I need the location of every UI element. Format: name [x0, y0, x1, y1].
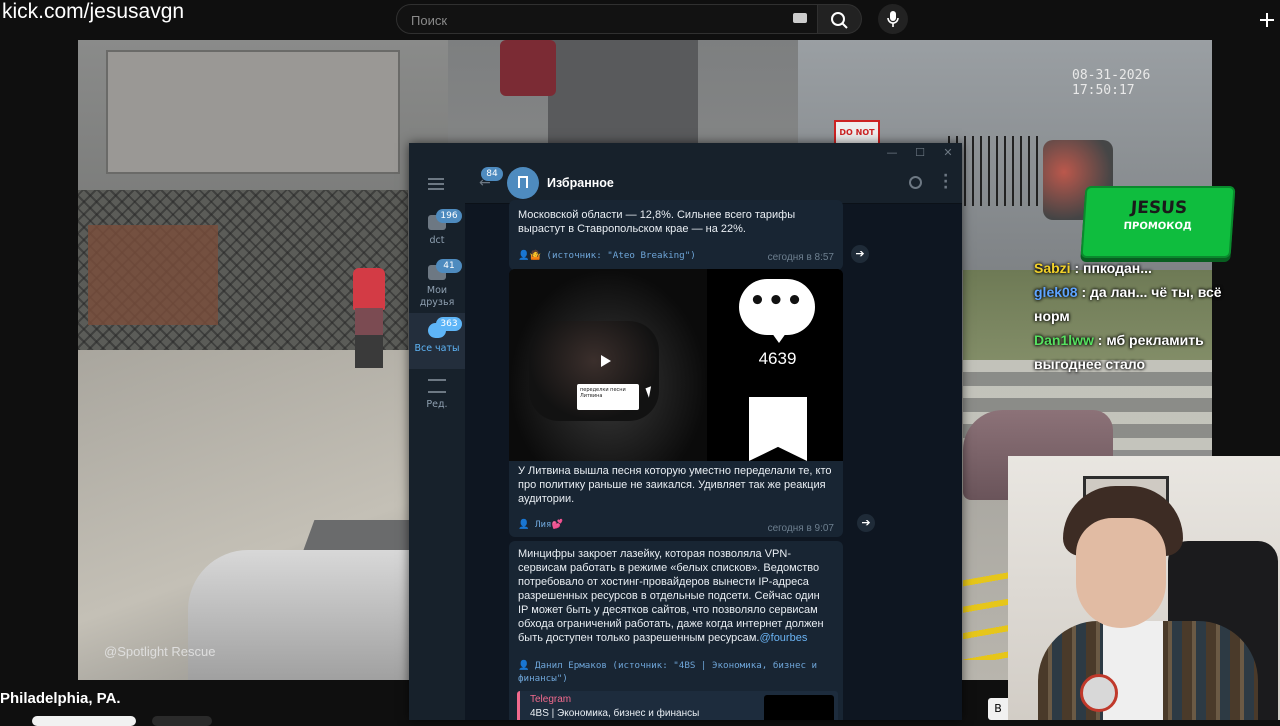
- hamburger-menu-icon[interactable]: [428, 178, 444, 190]
- folder-my-friends[interactable]: 41 Мои друзья: [409, 255, 465, 311]
- street-distance: [548, 40, 698, 150]
- saved-messages-avatar[interactable]: [507, 167, 539, 199]
- link-preview[interactable]: Telegram 4BS | Экономика, бизнес и финан…: [517, 691, 838, 720]
- message-bubble[interactable]: Московской области — 12,8%. Сильнее всег…: [509, 200, 843, 270]
- create-button[interactable]: [1254, 4, 1280, 34]
- voice-search-button[interactable]: [878, 4, 908, 34]
- close-button[interactable]: ✕: [941, 146, 955, 160]
- folder-all-chats[interactable]: 363 Все чаты: [409, 313, 465, 369]
- streamer-face: [1076, 518, 1166, 628]
- chat-username: Sabzi: [1034, 260, 1071, 276]
- video-thumbnail[interactable]: переделки песни Литвина: [509, 269, 707, 461]
- site-url[interactable]: kick.com/jesusavgn: [2, 0, 184, 24]
- promo-badge[interactable]: JESUS ПРОМОКОД: [1080, 186, 1236, 258]
- browser-topbar: kick.com/jesusavgn: [0, 0, 1280, 40]
- folder-label: dct: [429, 235, 445, 246]
- chat-header: ← 84 Избранное · · ·: [465, 163, 962, 204]
- microphone-icon: [887, 11, 899, 27]
- folder-sidebar: 196 dct 41 Мои друзья 363 Все чаты Ред.: [409, 163, 465, 720]
- folder-label: Ред.: [426, 399, 448, 410]
- promo-subtitle: ПРОМОКОД: [1123, 221, 1193, 232]
- minimize-button[interactable]: —: [885, 146, 899, 160]
- forward-icon[interactable]: ➔: [857, 514, 875, 532]
- chat-username: Dan1lww: [1034, 332, 1094, 348]
- unread-badge: 41: [436, 259, 462, 273]
- side-button[interactable]: В: [988, 698, 1008, 720]
- message-text-block: Минцифры закроет лазейку, которая позвол…: [518, 547, 830, 645]
- message-link[interactable]: @fourbes: [759, 632, 807, 644]
- folder-label: Все чаты: [414, 343, 460, 354]
- message-media[interactable]: переделки песни Литвина ••• 4639: [509, 269, 843, 461]
- window-titlebar: — ☐ ✕: [409, 143, 962, 163]
- video-caption-card: переделки песни Литвина: [577, 384, 639, 410]
- microphone-icon: [1080, 674, 1118, 712]
- do-not-sign-text: DO NOT: [839, 128, 875, 137]
- bookmark-icon: [749, 397, 807, 461]
- message-source: 👤 Лия💕: [518, 519, 564, 530]
- forward-icon[interactable]: ➔: [851, 245, 869, 263]
- message-bubble[interactable]: Минцифры закроет лазейку, которая позвол…: [509, 541, 843, 720]
- telegram-window: — ☐ ✕ 196 dct 41 Мои друзья 363 Все чаты…: [409, 143, 962, 720]
- unread-badge: 196: [436, 209, 462, 223]
- message-source: 👤🤷 (источник: "Ateo Breaking"): [518, 250, 696, 261]
- sliders-icon: [428, 379, 446, 393]
- folder-label: Мои друзья: [419, 285, 455, 308]
- chat-message: glek08 : да лан... чё ты, всё норм: [1034, 280, 1248, 328]
- message-text: У Литвина вышла песня которую уместно пе…: [518, 465, 832, 505]
- streamer-webcam: [1008, 456, 1280, 720]
- plus-icon: [1260, 13, 1274, 27]
- search-button[interactable]: [818, 4, 862, 34]
- person-red-shirt: [353, 268, 385, 310]
- chat-text: : ппкодан...: [1070, 260, 1152, 276]
- boarded-wall: [106, 50, 400, 174]
- message-time: сегодня в 9:07: [767, 523, 834, 534]
- preview-title: 4BS | Экономика, бизнес и финансы: [530, 708, 700, 719]
- rust-panel: [88, 225, 218, 325]
- maximize-button[interactable]: ☐: [913, 146, 927, 160]
- play-icon[interactable]: [601, 355, 611, 367]
- chat-message: Dan1lww : мб рекламить выгоднее стало: [1034, 328, 1248, 376]
- stream-chat-overlay: Sabzi : ппкодан... glek08 : да лан... чё…: [1034, 256, 1248, 376]
- comment-bubble-icon: •••: [739, 279, 815, 343]
- chat-title[interactable]: Избранное: [547, 176, 614, 190]
- chat-message: Sabzi : ппкодан...: [1034, 256, 1248, 280]
- video-watermark: @Spotlight Rescue: [104, 644, 216, 659]
- person-legs: [355, 308, 383, 368]
- folder-dct[interactable]: 196 dct: [409, 205, 465, 261]
- view-count: 4639: [758, 349, 797, 368]
- message-text: Московской области — 12,8%. Сильнее всег…: [518, 209, 796, 235]
- message-text: Минцифры закроет лазейку, которая позвол…: [518, 548, 824, 644]
- media-side-panel: ••• 4639: [712, 269, 843, 461]
- message-bubble[interactable]: У Литвина вышла песня которую уместно пе…: [509, 461, 843, 537]
- stream-location-title: Philadelphia, PA.: [0, 690, 121, 707]
- more-vertical-icon[interactable]: · · ·: [943, 169, 948, 195]
- yellow-road-lines: [963, 560, 1013, 660]
- message-time: сегодня в 8:57: [767, 252, 834, 263]
- folder-edit[interactable]: Ред.: [409, 369, 465, 425]
- preview-site-name: Telegram: [530, 694, 572, 705]
- message-source: 👤 Данил Ермаков (источник: "4BS | Эконом…: [518, 660, 818, 684]
- camera-timestamp: 08-31-2026 17:50:17: [1072, 68, 1151, 98]
- parked-car-red: [500, 40, 556, 96]
- search-box[interactable]: [396, 4, 818, 34]
- search-input[interactable]: [409, 9, 783, 31]
- search-icon: [831, 12, 848, 29]
- back-unread-badge: 84: [481, 167, 503, 181]
- subscribe-button[interactable]: [32, 716, 136, 726]
- preview-thumbnail: [764, 695, 834, 720]
- search-icon[interactable]: [909, 176, 922, 189]
- promo-title: JESUS: [1130, 198, 1188, 218]
- secondary-button[interactable]: [152, 716, 212, 726]
- unread-badge: 363: [436, 317, 462, 331]
- keyboard-icon[interactable]: [793, 13, 807, 23]
- chat-username: glek08: [1034, 284, 1078, 300]
